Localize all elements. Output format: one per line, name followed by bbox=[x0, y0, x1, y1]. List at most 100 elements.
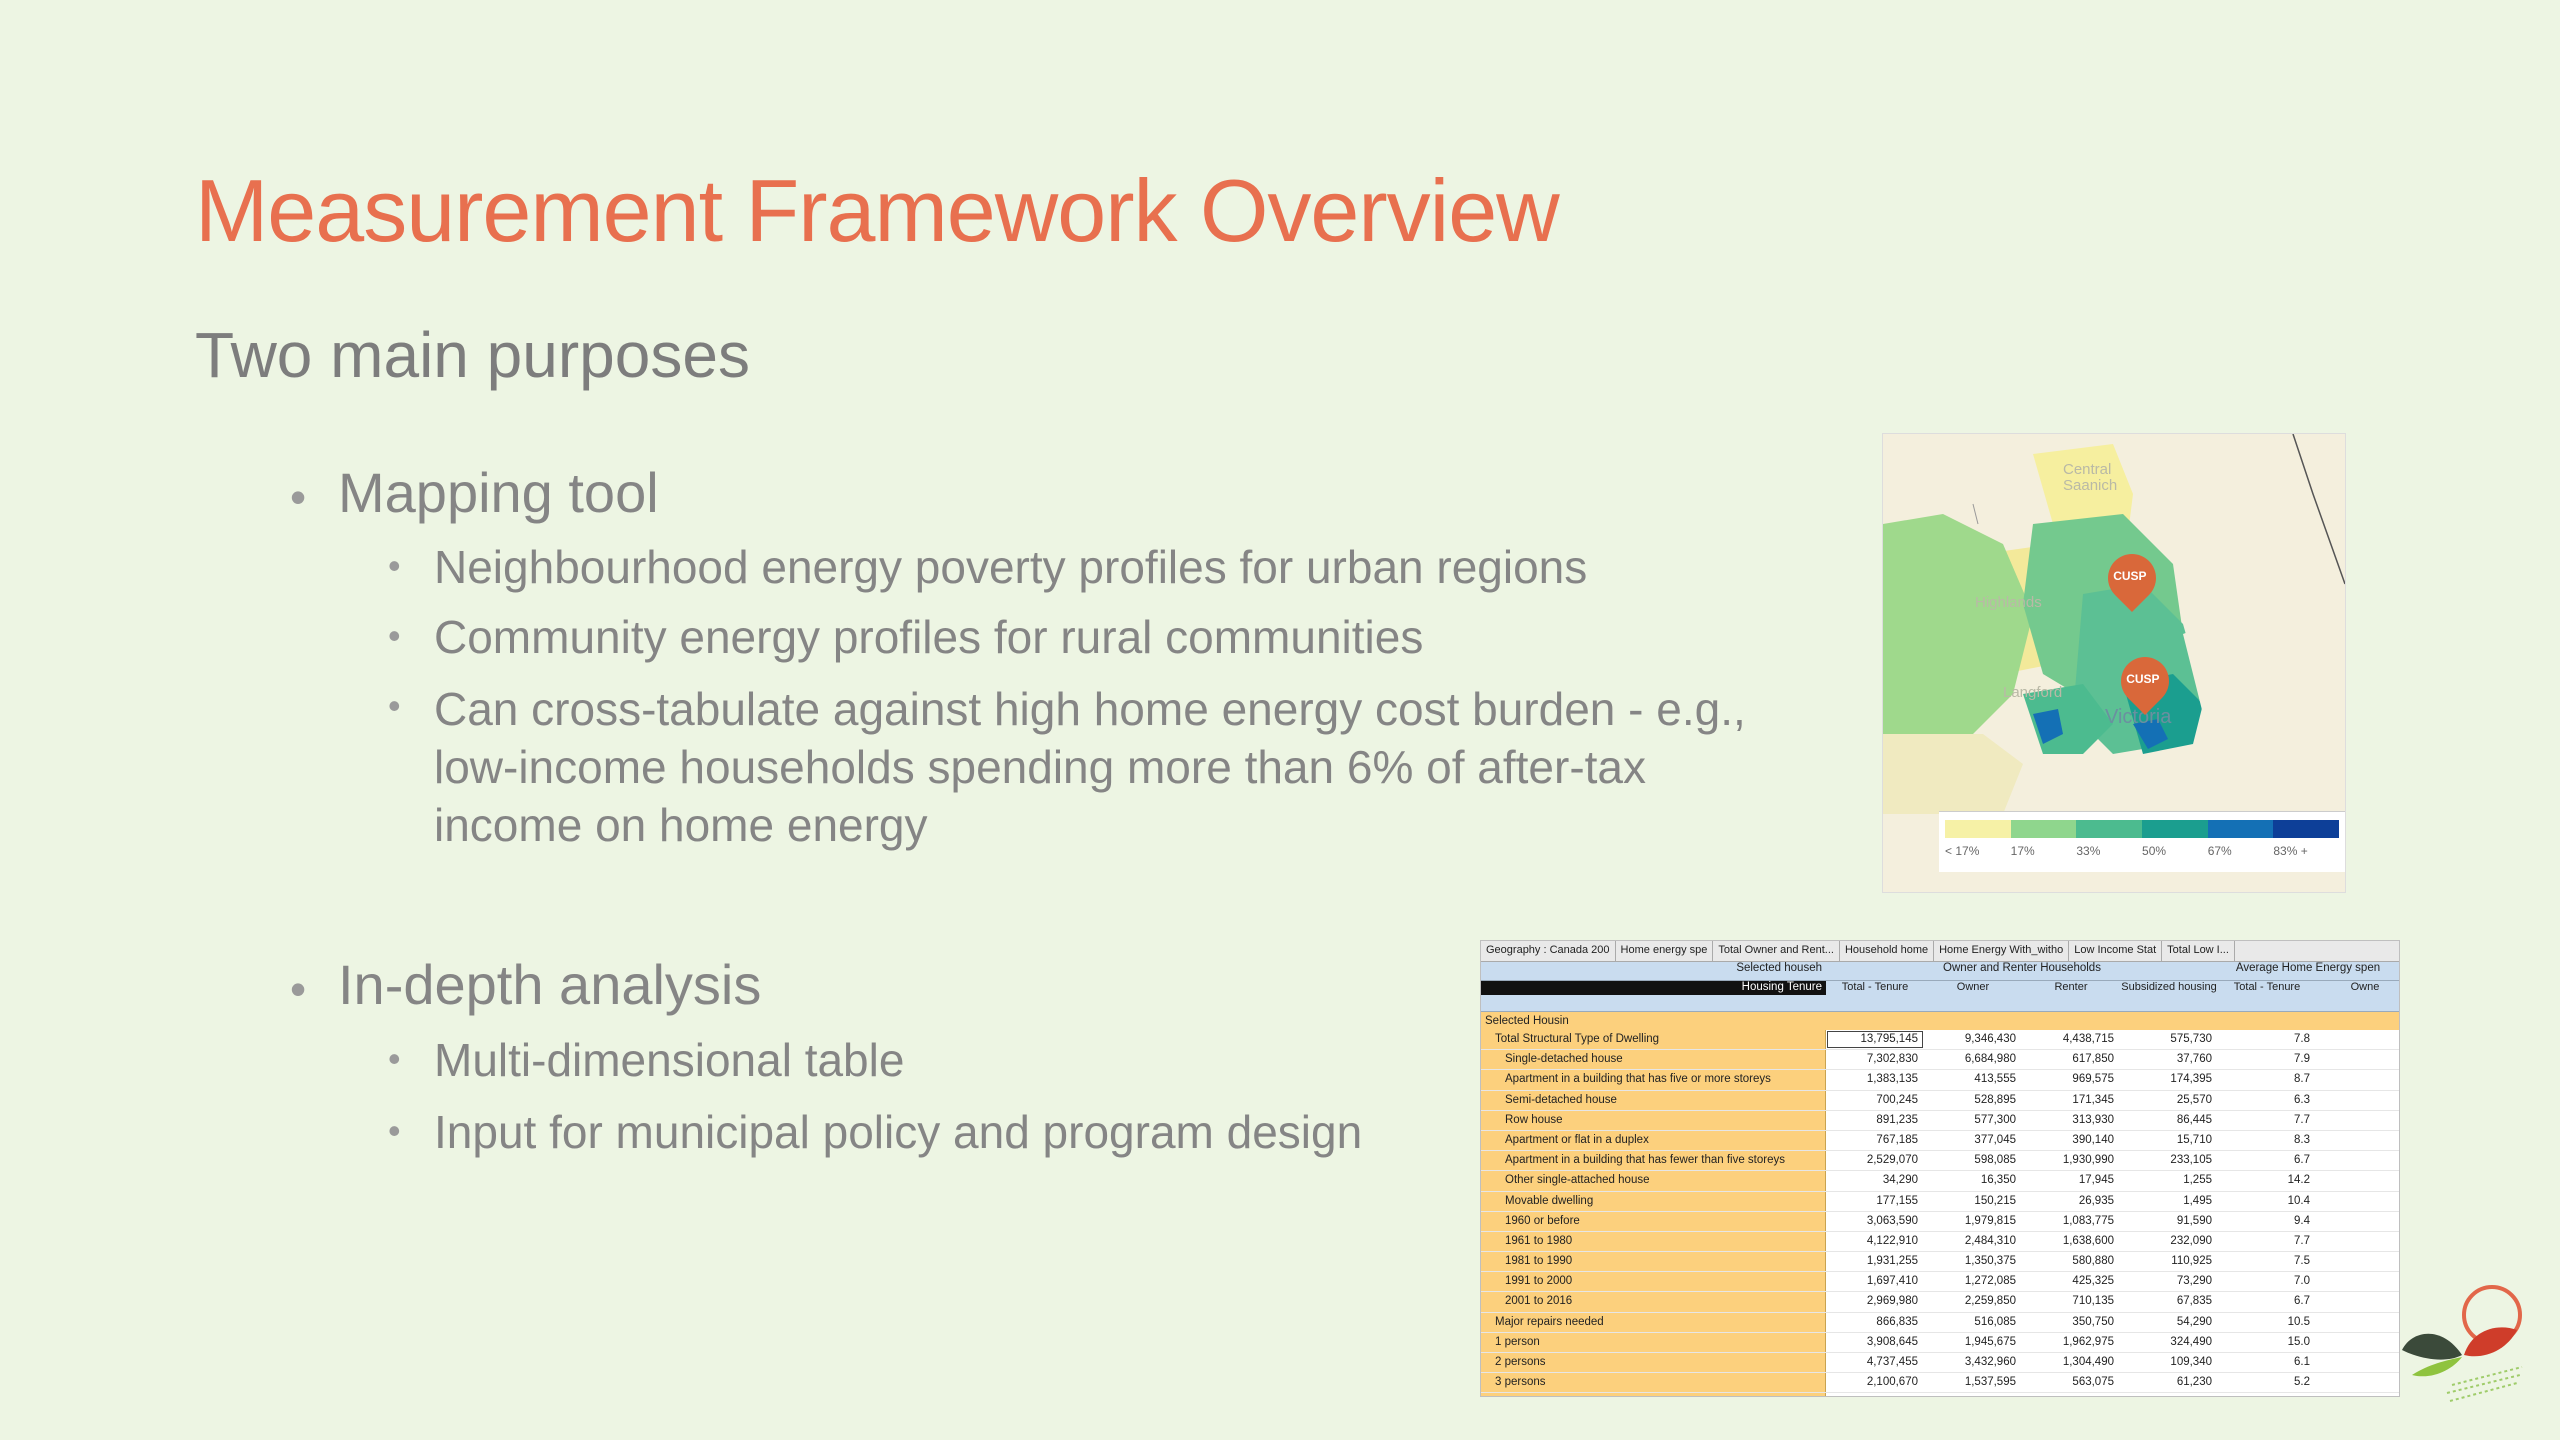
row-label: 1960 or before bbox=[1481, 1211, 1826, 1231]
table-cell: 969,575 bbox=[2072, 1073, 2114, 1086]
bullet-dot-icon: • bbox=[388, 615, 401, 656]
table-cell: 1,945,675 bbox=[1964, 1335, 2016, 1348]
dimension-tab[interactable]: Low Income Stat bbox=[2069, 941, 2163, 961]
table-cell: 3,432,960 bbox=[1964, 1356, 2016, 1368]
column-header[interactable]: Renter bbox=[2022, 981, 2120, 1011]
table-cell: 67,835 bbox=[2176, 1295, 2212, 1308]
bullet-dot-icon: • bbox=[290, 963, 307, 1015]
row-label: Major repairs needed bbox=[1481, 1312, 1826, 1332]
column-header[interactable]: Owner bbox=[1924, 981, 2022, 1011]
row-label: 1 person bbox=[1481, 1332, 1826, 1352]
table-row[interactable]: Semi-detached house 700,245 528,895 171,345… bbox=[1481, 1090, 2399, 1111]
table-cell: 1,272,085 bbox=[1964, 1275, 2016, 1288]
table-cell: 10.4 bbox=[2287, 1194, 2310, 1207]
table-cell: 26,935 bbox=[2078, 1194, 2114, 1207]
table-row[interactable]: 2001 to 2016 2,969,980 2,259,850 710,135 67,… bbox=[1481, 1292, 2399, 1313]
table-cell: 232,090 bbox=[2170, 1234, 2212, 1247]
column-header[interactable]: Total - Tenure bbox=[2218, 981, 2316, 1011]
bullet-dot-icon: • bbox=[290, 471, 307, 523]
table-cell: 390,140 bbox=[2072, 1133, 2114, 1146]
section1-heading: Mapping tool bbox=[338, 461, 659, 524]
table-cell: 233,105 bbox=[2170, 1154, 2212, 1167]
table-cell: 171,345 bbox=[2072, 1093, 2114, 1106]
table-cell: 1,304,490 bbox=[2062, 1356, 2114, 1368]
table-cell: 377,045 bbox=[1974, 1133, 2016, 1146]
dimension-tab[interactable]: Household home bbox=[1840, 941, 1935, 961]
table-cell: 2,484,310 bbox=[1964, 1234, 2016, 1247]
legend-swatch bbox=[2273, 820, 2340, 838]
dimension-tab[interactable]: Total Low I... bbox=[2162, 941, 2235, 961]
row-label: 1981 to 1990 bbox=[1481, 1252, 1826, 1272]
table-row[interactable]: Single-detached house 7,302,830 6,684,980 6… bbox=[1481, 1050, 2399, 1071]
legend-tick-label: < 17% bbox=[1945, 844, 1980, 858]
table-cell: 2,529,070 bbox=[1866, 1154, 1918, 1167]
table-row[interactable]: Apartment or flat in a duplex 767,185 377,… bbox=[1481, 1130, 2399, 1152]
table-cell: 1,495 bbox=[2183, 1194, 2212, 1207]
legend-swatch bbox=[2010, 820, 2077, 838]
table-cell: 324,490 bbox=[2170, 1335, 2212, 1348]
dimension-tab[interactable]: Total Owner and Rent... bbox=[1713, 941, 1840, 961]
table-row[interactable]: Movable dwelling 177,155 150,215 26,935 1,49… bbox=[1481, 1191, 2399, 1212]
table-row[interactable]: 3 persons 2,100,670 1,537,595 563,075 61,230… bbox=[1481, 1373, 2399, 1394]
table-cell: 598,085 bbox=[1974, 1154, 2016, 1167]
table-cell: 25,570 bbox=[2176, 1093, 2212, 1106]
legend-tick-labels: < 17% 17% 33% 50% 67% 83% + bbox=[1945, 844, 2339, 858]
table-row[interactable]: Apartment in a building that has five or… bbox=[1481, 1070, 2399, 1091]
table-dimension-tabs: Geography : Canada 200 Home energy spe Tot… bbox=[1481, 941, 2399, 962]
table-cell: 6.7 bbox=[2294, 1154, 2310, 1167]
dimension-tab[interactable]: Geography : Canada 200 bbox=[1481, 941, 1616, 961]
table-cell: 6.7 bbox=[2294, 1295, 2310, 1308]
dimension-tab[interactable]: Home Energy With_witho bbox=[1934, 941, 2070, 961]
table-row[interactable]: 4 persons1,909,4201,547,740361,68541,355… bbox=[1481, 1393, 2399, 1396]
table-cell: 54,290 bbox=[2176, 1315, 2212, 1328]
map-label-central-saanich: Central Saanich bbox=[2063, 461, 2118, 494]
table-row[interactable]: Total Structural Type of Dwelling 13,795,… bbox=[1481, 1030, 2399, 1051]
table-cell: 7.8 bbox=[2294, 1033, 2310, 1045]
table-cell: 6,684,980 bbox=[1964, 1053, 2016, 1066]
legend-tick-label: 83% + bbox=[2273, 844, 2308, 858]
dimension-tab[interactable]: Home energy spe bbox=[1616, 941, 1714, 961]
table-cell: 4,438,715 bbox=[2062, 1033, 2114, 1045]
table-row[interactable]: 1961 to 1980 4,122,910 2,484,310 1,638,600 2… bbox=[1481, 1231, 2399, 1253]
bullet-dot-icon: • bbox=[388, 1038, 401, 1079]
table-cell: 9.4 bbox=[2294, 1214, 2310, 1227]
table-row[interactable]: Other single-attached house 34,290 16,350 1… bbox=[1481, 1171, 2399, 1192]
row-label: Single-detached house bbox=[1481, 1050, 1826, 1070]
table-row[interactable]: 2 persons 4,737,455 3,432,960 1,304,490 109,… bbox=[1481, 1353, 2399, 1374]
table-row[interactable]: Row house 891,235 577,300 313,930 86,445 7.7 bbox=[1481, 1110, 2399, 1131]
table-cell: 109,340 bbox=[2170, 1356, 2212, 1368]
table-cell: 7,302,830 bbox=[1866, 1053, 1918, 1066]
group-header-left: Selected househ bbox=[1736, 962, 1822, 974]
table-row[interactable]: 1960 or before 3,063,590 1,979,815 1,083,77… bbox=[1481, 1211, 2399, 1232]
table-row[interactable]: Major repairs needed 866,835 516,085 350,75… bbox=[1481, 1312, 2399, 1333]
legend-swatch bbox=[2076, 820, 2143, 838]
legend-swatch bbox=[1945, 820, 2011, 838]
table-cell: 7.0 bbox=[2294, 1275, 2310, 1288]
section1-item-1: Neighbourhood energy poverty profiles fo… bbox=[434, 541, 1588, 593]
table-cell: 41,355 bbox=[2120, 1393, 2218, 1396]
table-row[interactable]: 1991 to 2000 1,697,410 1,272,085 425,325 73,… bbox=[1481, 1272, 2399, 1293]
table-cell: 4.2 bbox=[2218, 1393, 2316, 1396]
table-cell: 1,930,990 bbox=[2062, 1154, 2114, 1167]
table-cell: 1,931,255 bbox=[1866, 1255, 1918, 1268]
table-column-header: Housing Tenure Total - Tenure Owner Renter… bbox=[1481, 981, 2399, 1012]
table-cell: 767,185 bbox=[1876, 1133, 1918, 1146]
table-row[interactable]: Apartment in a building that has fewer t… bbox=[1481, 1151, 2399, 1172]
table-body: Total Structural Type of Dwelling 13,795,… bbox=[1481, 1030, 2399, 1396]
row-label: 1961 to 1980 bbox=[1481, 1231, 1826, 1252]
table-cell: 15.0 bbox=[2287, 1335, 2310, 1348]
table-cell: 73,290 bbox=[2176, 1275, 2212, 1288]
table-cell: 563,075 bbox=[2072, 1376, 2114, 1389]
row-label: Row house bbox=[1481, 1110, 1826, 1130]
column-header[interactable]: Owne bbox=[2316, 981, 2399, 1011]
table-cell: 350,750 bbox=[2072, 1315, 2114, 1328]
column-header[interactable]: Subsidized housing bbox=[2120, 981, 2218, 1011]
section2-item-2: Input for municipal policy and program d… bbox=[434, 1106, 1363, 1158]
table-row[interactable]: 1981 to 1990 1,931,255 1,350,375 580,880 110… bbox=[1481, 1252, 2399, 1273]
row-label: Movable dwelling bbox=[1481, 1191, 1826, 1211]
table-cell: 3,063,590 bbox=[1866, 1214, 1918, 1227]
slide-title: Measurement Framework Overview bbox=[195, 161, 1560, 260]
table-row[interactable]: 1 person 3,908,645 1,945,675 1,962,975 324,4… bbox=[1481, 1332, 2399, 1353]
column-header[interactable]: Total - Tenure bbox=[1826, 981, 1924, 1011]
table-cell: 7.7 bbox=[2294, 1234, 2310, 1247]
